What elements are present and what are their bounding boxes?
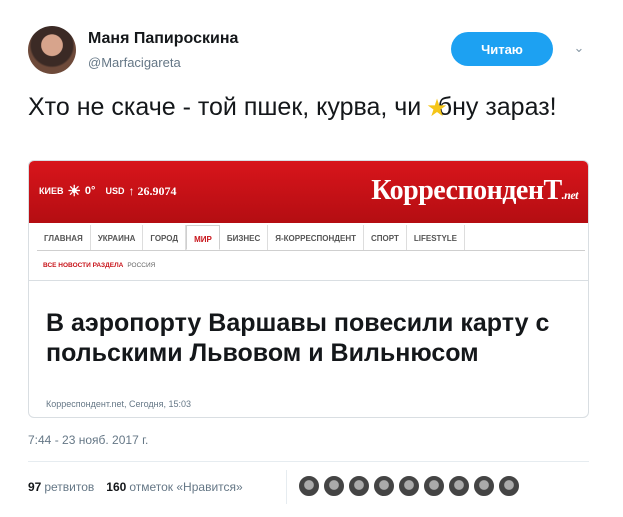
nav-item[interactable]: ГЛАВНАЯ	[37, 225, 91, 250]
currency-rate: ↑ 26.9074	[128, 183, 177, 198]
subnav-section[interactable]: РОССИЯ	[127, 262, 155, 269]
likes-label[interactable]: отметок «Нравится»	[129, 480, 242, 494]
tweet-text: Хто не скаче - той пшек, курва, чи ★бну …	[28, 90, 598, 125]
card-source: Корреспондент.net, Сегодня, 15:03	[46, 399, 191, 409]
tweet-timestamp[interactable]: 7:44 - 23 нояб. 2017 г.	[28, 433, 148, 447]
nav-item[interactable]: УКРАИНА	[91, 225, 144, 250]
liker-avatar[interactable]	[298, 475, 320, 497]
nav-item[interactable]: ГОРОД	[143, 225, 187, 250]
likes-count[interactable]: 160	[106, 480, 126, 494]
liker-avatar[interactable]	[398, 475, 420, 497]
retweets-label[interactable]: ретвитов	[44, 480, 94, 494]
weather-city: КИЕВ	[39, 186, 64, 196]
nav-item[interactable]: СПОРТ	[364, 225, 407, 250]
liker-avatar[interactable]	[323, 475, 345, 497]
logo-suffix: .net	[561, 188, 579, 202]
link-card[interactable]: КИЕВ ☀ 0° USD ↑ 26.9074 КорреспонденТ.ne…	[28, 160, 589, 418]
logo-main: КорреспонденТ	[371, 175, 562, 206]
currency-label: USD	[105, 186, 125, 196]
follow-button[interactable]: Читаю	[451, 32, 553, 66]
liker-avatar[interactable]	[498, 475, 520, 497]
card-headline[interactable]: В аэропорту Варшавы повесили карту с пол…	[46, 308, 566, 368]
nav-item[interactable]: Я-КОРРЕСПОНДЕНТ	[268, 225, 365, 250]
card-divider	[29, 280, 588, 281]
weather-temp: 0°	[84, 185, 96, 197]
stats-divider	[28, 461, 589, 462]
liker-avatar[interactable]	[373, 475, 395, 497]
nav-item[interactable]: LIFESTYLE	[407, 225, 466, 250]
weather-widget: КИЕВ ☀ 0° USD ↑ 26.9074	[39, 182, 176, 200]
subnav-link[interactable]: ВСЕ НОВОСТИ РАЗДЕЛА	[43, 262, 123, 269]
stats-separator	[286, 470, 287, 504]
user-name[interactable]: Маня Папироскина	[88, 30, 238, 48]
tweet-text-part-1: Хто не скаче - той пшек, курва, чи	[28, 93, 429, 121]
nav-item-active[interactable]: МИР	[186, 225, 220, 250]
liker-avatar[interactable]	[448, 475, 470, 497]
breadcrumb: ВСЕ НОВОСТИ РАЗДЕЛА РОССИЯ	[43, 262, 155, 269]
avatar[interactable]	[28, 26, 76, 74]
star-emoji-icon: ★	[426, 95, 448, 122]
liker-avatar[interactable]	[423, 475, 445, 497]
sun-icon: ☀	[67, 183, 81, 200]
tweet-text-part-2: бну зараз!	[437, 93, 557, 121]
liker-avatar[interactable]	[348, 475, 370, 497]
site-logo: КорреспонденТ.net	[371, 175, 578, 207]
liker-avatars	[298, 475, 520, 497]
site-nav: ГЛАВНАЯ УКРАИНА ГОРОД МИР БИЗНЕС Я-КОРРЕ…	[37, 225, 585, 251]
retweets-count[interactable]: 97	[28, 480, 41, 494]
user-handle[interactable]: @Marfacigareta	[88, 55, 181, 70]
liker-avatar[interactable]	[473, 475, 495, 497]
nav-item[interactable]: БИЗНЕС	[220, 225, 269, 250]
tweet-stats: 97 ретвитов 160 отметок «Нравится»	[28, 480, 243, 494]
site-header: КИЕВ ☀ 0° USD ↑ 26.9074 КорреспонденТ.ne…	[29, 161, 588, 223]
chevron-down-icon[interactable]: ⌄	[571, 40, 587, 56]
